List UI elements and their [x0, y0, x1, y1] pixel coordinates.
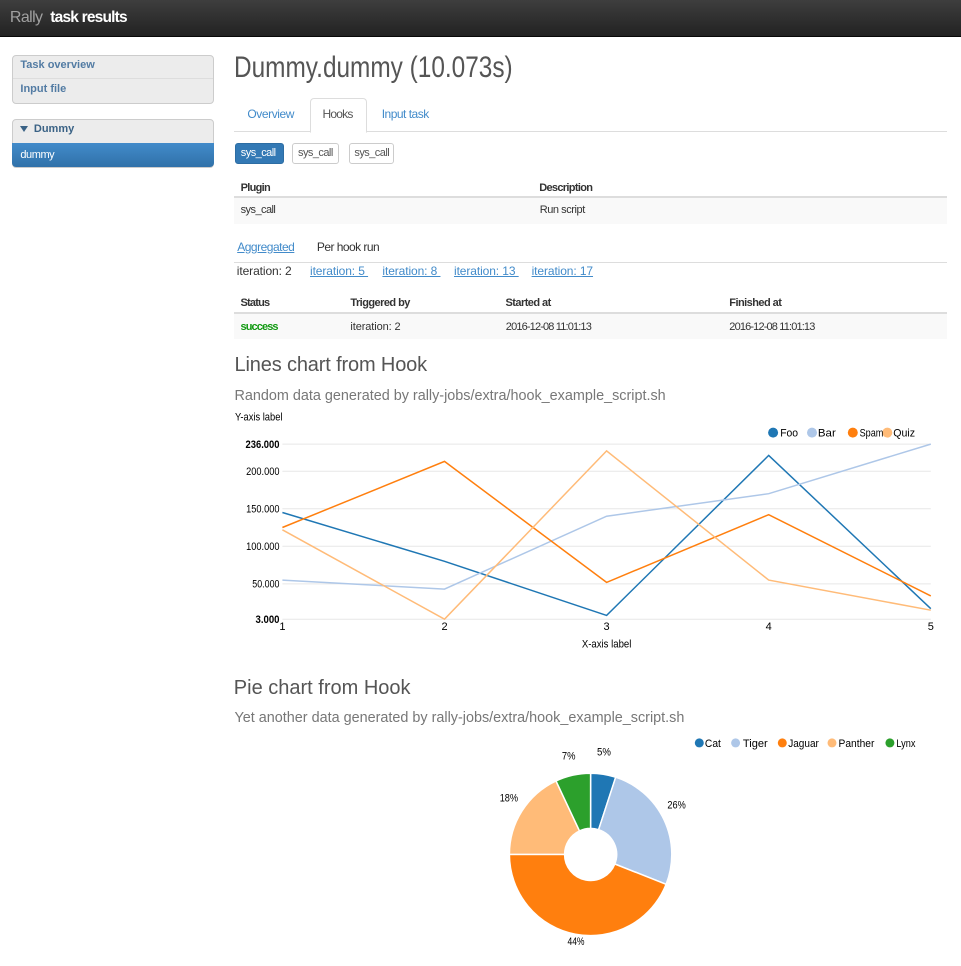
svg-text:Spam: Spam [860, 428, 884, 440]
svg-text:Cat: Cat [705, 738, 721, 750]
svg-text:44%: 44% [567, 936, 584, 948]
svg-text:Quiz: Quiz [893, 428, 915, 440]
svg-text:4: 4 [766, 621, 772, 633]
svg-text:Jaguar: Jaguar [788, 738, 819, 750]
svg-text:Y-axis label: Y-axis label [235, 411, 283, 423]
svg-text:150.000: 150.000 [246, 504, 279, 516]
svg-text:Foo: Foo [780, 428, 798, 440]
svg-text:2: 2 [441, 621, 447, 633]
svg-text:5: 5 [928, 621, 934, 633]
svg-text:Lynx: Lynx [896, 738, 915, 750]
svg-text:18%: 18% [500, 792, 519, 804]
svg-text:50.000: 50.000 [252, 579, 279, 591]
svg-text:3: 3 [604, 621, 610, 633]
svg-text:X-axis label: X-axis label [582, 638, 632, 650]
svg-text:26%: 26% [667, 799, 686, 811]
svg-text:7%: 7% [562, 750, 576, 762]
svg-text:1: 1 [279, 621, 285, 633]
svg-text:236.000: 236.000 [246, 439, 280, 451]
svg-text:3.000: 3.000 [256, 614, 280, 626]
svg-text:200.000: 200.000 [246, 466, 279, 478]
svg-text:Bar: Bar [818, 428, 836, 440]
svg-text:Tiger: Tiger [743, 738, 768, 750]
svg-text:100.000: 100.000 [246, 541, 279, 553]
svg-text:5%: 5% [597, 747, 611, 759]
svg-text:Panther: Panther [839, 738, 875, 750]
